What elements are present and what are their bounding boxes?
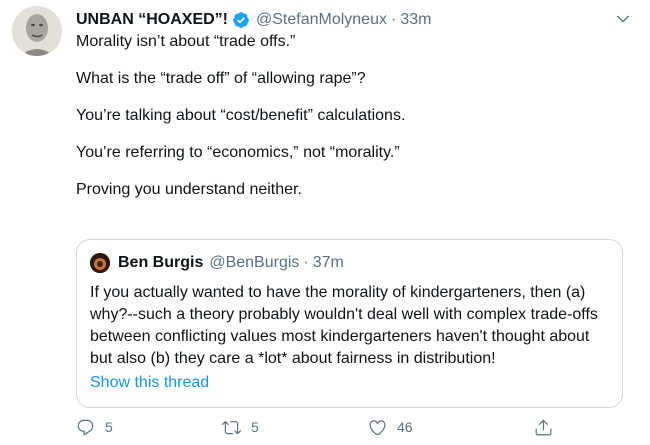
reply-icon — [77, 419, 94, 435]
tweet-paragraph: You’re referring to “economics,” not “mo… — [76, 144, 400, 161]
tweet-paragraph: Morality isn’t about “trade offs.” — [76, 33, 296, 50]
tweet-action-bar: 5 5 46 — [76, 415, 636, 439]
quoted-tweet-timestamp: 37m — [312, 254, 344, 271]
like-count: 46 — [397, 419, 413, 435]
meta-separator: · — [390, 11, 397, 28]
tweet-paragraph: Proving you understand neither. — [76, 181, 302, 198]
tweet-paragraph: You’re talking about “cost/benefit” calc… — [76, 107, 406, 124]
quoted-tweet-text: If you actually wanted to have the moral… — [90, 284, 598, 367]
show-thread-link[interactable]: Show this thread — [90, 374, 209, 392]
author-avatar-image — [12, 6, 62, 56]
like-button[interactable]: 46 — [368, 415, 413, 439]
share-button[interactable] — [534, 415, 553, 439]
retweet-icon — [222, 420, 241, 434]
tweet-header: UNBAN “HOAXED”! @StefanMolyneux · 33m — [76, 8, 636, 32]
quoted-author-avatar — [90, 253, 110, 273]
quoted-tweet-header: Ben Burgis @BenBurgis · 37m — [90, 253, 344, 273]
retweet-button[interactable]: 5 — [222, 415, 259, 439]
chevron-down-icon[interactable] — [614, 10, 632, 28]
author-display-name[interactable]: UNBAN “HOAXED”! — [76, 11, 228, 29]
retweet-count: 5 — [251, 419, 259, 435]
author-handle[interactable]: @StefanMolyneux — [256, 11, 387, 29]
quoted-author-display-name: Ben Burgis — [118, 254, 204, 271]
like-icon — [369, 419, 386, 435]
tweet-paragraph: What is the “trade off” of “allowing rap… — [76, 70, 366, 87]
quoted-tweet-card[interactable]: Ben Burgis @BenBurgis · 37m If you actua… — [76, 239, 623, 408]
tweet-text: Morality isn’t about “trade offs.” What … — [76, 31, 636, 216]
verified-badge-icon — [232, 11, 250, 29]
reply-button[interactable]: 5 — [76, 415, 113, 439]
tweet-timestamp[interactable]: 33m — [400, 11, 431, 29]
share-icon — [535, 419, 552, 435]
author-avatar[interactable] — [12, 6, 62, 56]
quoted-meta-separator: · — [303, 254, 309, 271]
reply-count: 5 — [105, 419, 113, 435]
quoted-author-handle: @BenBurgis — [209, 254, 300, 271]
